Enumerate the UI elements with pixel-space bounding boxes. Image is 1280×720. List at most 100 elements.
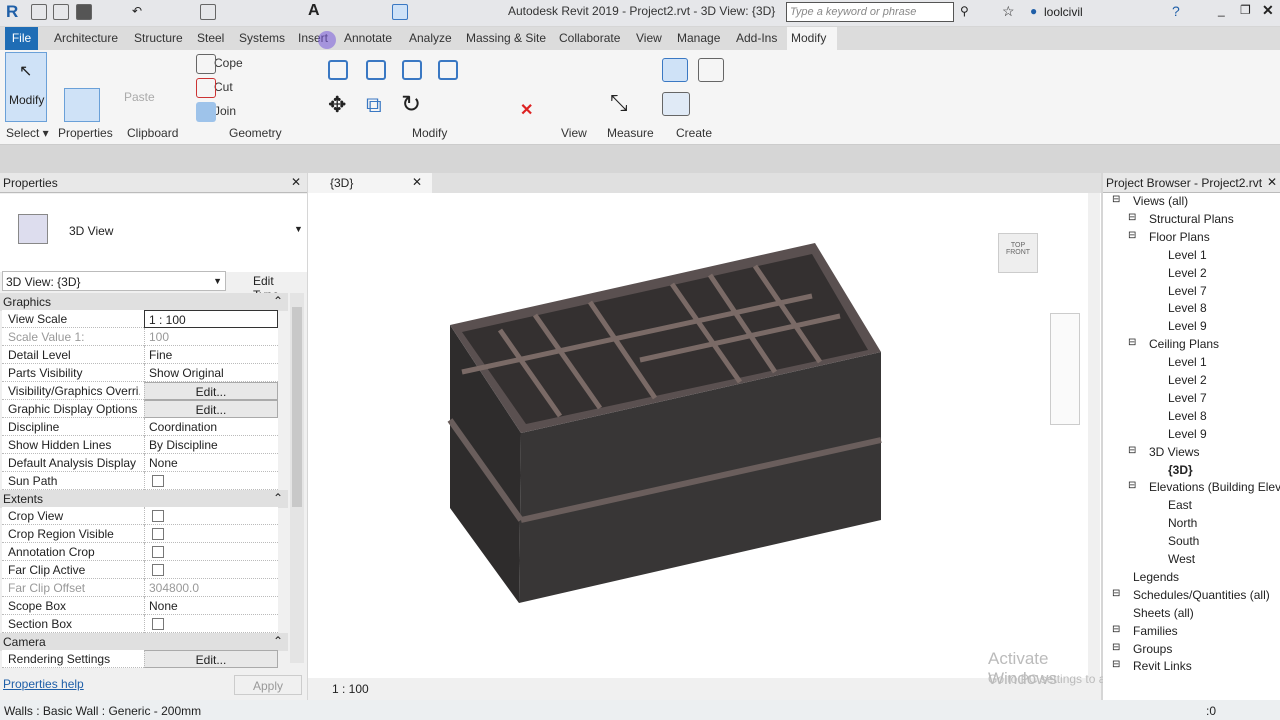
property-value[interactable]: Show Original	[144, 364, 278, 382]
view-scale-control[interactable]: 1 : 100	[332, 682, 369, 696]
user-name[interactable]: loolcivil	[1044, 5, 1083, 19]
apply-button[interactable]: Apply	[234, 675, 302, 695]
close-icon[interactable]: ✕	[291, 175, 301, 189]
browser-item[interactable]: Legends	[1133, 570, 1179, 584]
paste-button[interactable]: Paste	[124, 90, 155, 104]
expand-toggle-icon[interactable]: ⊟	[1128, 337, 1136, 348]
browser-item[interactable]: Level 1	[1168, 248, 1207, 262]
browser-item[interactable]: {3D}	[1168, 463, 1193, 477]
browser-item[interactable]: North	[1168, 516, 1197, 530]
thin-lines-icon[interactable]	[392, 4, 408, 20]
tab-analyze[interactable]: Analyze	[405, 27, 456, 50]
search-input[interactable]: Type a keyword or phrase	[786, 2, 954, 22]
checkbox[interactable]	[152, 564, 164, 576]
browser-item[interactable]: Sheets (all)	[1133, 606, 1194, 620]
browser-item[interactable]: Level 8	[1168, 301, 1207, 315]
property-value[interactable]: Fine	[144, 346, 278, 364]
browser-item[interactable]: Level 8	[1168, 409, 1207, 423]
browser-item[interactable]: Level 9	[1168, 427, 1207, 441]
tab-add-ins[interactable]: Add-Ins	[732, 27, 781, 50]
selection-filter-count[interactable]: :0	[1206, 704, 1216, 718]
expand-toggle-icon[interactable]: ⊟	[1112, 659, 1120, 670]
tab-steel[interactable]: Steel	[193, 27, 228, 50]
properties-button[interactable]	[64, 88, 100, 122]
checkbox[interactable]	[152, 618, 164, 630]
browser-item[interactable]: ⊟ Ceiling Plans	[1128, 337, 1219, 351]
browser-item[interactable]: Level 2	[1168, 266, 1207, 280]
browser-item[interactable]: ⊟ Revit Links	[1112, 659, 1192, 673]
user-icon[interactable]: ●	[1030, 4, 1037, 18]
cope-button[interactable]: Cope	[214, 56, 243, 70]
properties-scrollbar[interactable]	[290, 293, 304, 663]
close-button[interactable]: ✕	[1262, 2, 1274, 19]
tab-systems[interactable]: Systems	[235, 27, 289, 50]
print-icon[interactable]	[200, 4, 216, 20]
rotate-icon[interactable]: ↻	[401, 90, 421, 119]
join-button[interactable]: Join	[214, 104, 236, 118]
browser-item[interactable]: East	[1168, 498, 1192, 512]
section-camera[interactable]: Camera ⌃	[0, 633, 288, 651]
navigation-bar[interactable]	[1050, 313, 1080, 425]
expand-toggle-icon[interactable]: ⊟	[1112, 624, 1120, 635]
new-icon[interactable]	[31, 4, 47, 20]
expand-toggle-icon[interactable]: ⊟	[1128, 212, 1136, 223]
expand-toggle-icon[interactable]: ⊟	[1128, 230, 1136, 241]
type-selector[interactable]: 3D View ▼	[0, 194, 307, 272]
move-icon[interactable]: ✥	[328, 92, 346, 118]
tab-modify[interactable]: Modify	[787, 27, 837, 50]
view-cube[interactable]: TOP FRONT	[998, 233, 1038, 273]
browser-item[interactable]: West	[1168, 552, 1195, 566]
property-value[interactable]: 304800.0	[144, 579, 278, 597]
copy-icon[interactable]: ⧉	[366, 92, 382, 118]
expand-toggle-icon[interactable]: ⊟	[1128, 480, 1136, 491]
checkbox[interactable]	[152, 546, 164, 558]
browser-item[interactable]: ⊟ Families	[1112, 624, 1178, 638]
minimize-button[interactable]: _	[1218, 3, 1225, 17]
mirror-draw-icon[interactable]	[438, 60, 458, 80]
browser-item[interactable]: Level 7	[1168, 391, 1207, 405]
browser-item[interactable]: ⊟ Views (all)	[1112, 194, 1188, 208]
checkbox[interactable]	[152, 528, 164, 540]
model-canvas[interactable]	[308, 173, 1101, 700]
revit-logo-icon[interactable]: R	[6, 2, 18, 22]
tab-collaborate[interactable]: Collaborate	[555, 27, 624, 50]
undo-icon[interactable]: ↶	[132, 4, 148, 20]
properties-help-link[interactable]: Properties help	[3, 677, 84, 691]
mirror-pick-icon[interactable]	[402, 60, 422, 80]
tab-manage[interactable]: Manage	[673, 27, 724, 50]
browser-item[interactable]: South	[1168, 534, 1199, 548]
checkbox[interactable]	[152, 475, 164, 487]
restore-button[interactable]: ❐	[1240, 3, 1251, 17]
property-value[interactable]: 1 : 100	[144, 310, 278, 328]
tab-view[interactable]: View	[632, 27, 666, 50]
property-value[interactable]: None	[144, 454, 278, 472]
browser-item[interactable]: Level 9	[1168, 319, 1207, 333]
open-icon[interactable]	[53, 4, 69, 20]
delete-icon[interactable]: ✕	[520, 100, 533, 120]
edit-button[interactable]: Edit...	[144, 400, 278, 418]
create-group-icon[interactable]	[698, 58, 724, 82]
tab-architecture[interactable]: Architecture	[50, 27, 122, 50]
property-value[interactable]: None	[144, 597, 278, 615]
tab-massing-site[interactable]: Massing & Site	[462, 27, 550, 50]
browser-item[interactable]: Level 7	[1168, 284, 1207, 298]
offset-icon[interactable]	[366, 60, 386, 80]
cut-button[interactable]: Cut	[214, 80, 233, 94]
text-icon[interactable]: A	[308, 2, 320, 20]
measure-icon[interactable]: ⤡	[610, 90, 628, 116]
checkbox[interactable]	[152, 510, 164, 522]
modify-button[interactable]: ↖ Modify	[5, 52, 47, 122]
property-value[interactable]: Coordination	[144, 418, 278, 436]
browser-item[interactable]: ⊟ Structural Plans	[1128, 212, 1234, 226]
favorites-icon[interactable]: ☆	[1002, 3, 1015, 20]
binoculars-icon[interactable]: ⚲	[960, 4, 969, 18]
save-icon[interactable]	[76, 4, 92, 20]
create-assembly-icon[interactable]	[662, 58, 688, 82]
expand-toggle-icon[interactable]: ⊟	[1112, 642, 1120, 653]
select-panel-label[interactable]: Select ▾	[6, 126, 49, 140]
tab-annotate[interactable]: Annotate	[340, 27, 396, 50]
browser-item[interactable]: ⊟ Groups	[1112, 642, 1172, 656]
browser-item[interactable]: ⊟ 3D Views	[1128, 445, 1199, 459]
browser-item[interactable]: Level 1	[1168, 355, 1207, 369]
create-parts-icon[interactable]	[662, 92, 690, 116]
